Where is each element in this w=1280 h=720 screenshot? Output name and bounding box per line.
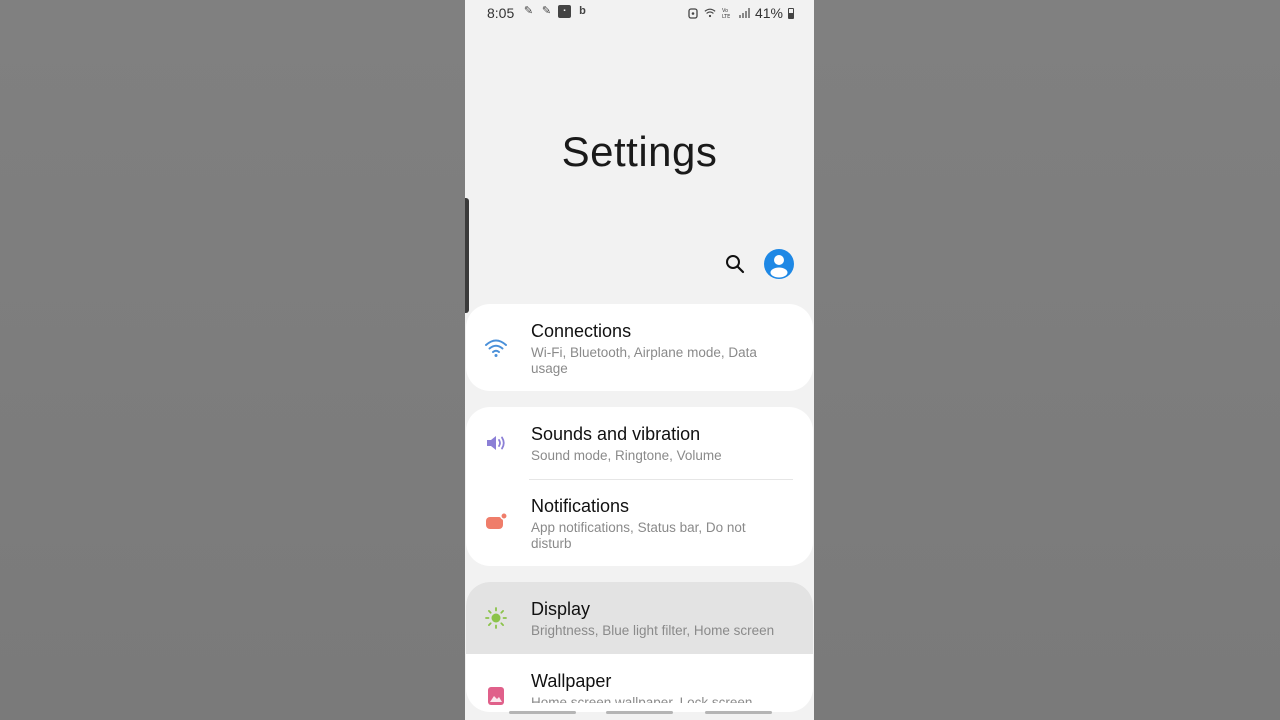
settings-item-title: Sounds and vibration — [531, 424, 701, 444]
wifi-icon — [704, 8, 716, 18]
settings-item-subtitle: Brightness, Blue light filter, Home scre… — [531, 623, 775, 638]
notification-icon — [486, 512, 508, 529]
background-right — [814, 0, 1280, 720]
page-title: Settings — [561, 128, 718, 175]
edge-panel-handle[interactable] — [465, 198, 469, 313]
settings-card-display-wallpaper: Display Brightness, Blue light filter, H… — [466, 582, 813, 712]
settings-item-title: Display — [531, 599, 591, 619]
feather-icon: ✎ — [541, 5, 552, 17]
app-box-icon: ▪ — [558, 5, 571, 18]
settings-item-subtitle: Sound mode, Ringtone, Volume — [531, 448, 722, 463]
feather-icon: ✎ — [523, 5, 534, 17]
settings-item-title: Connections — [531, 321, 632, 341]
settings-card-connections: Connections Wi-Fi, Bluetooth, Airplane m… — [466, 304, 813, 391]
speaker-icon — [487, 436, 505, 450]
signal-icon — [738, 8, 750, 18]
status-bar: 8:05 ✎ ✎ ▪ b Vo LTE 41% — [465, 0, 814, 26]
settings-item-notifications[interactable]: Notifications App notifications, Status … — [466, 480, 813, 566]
wifi-icon — [485, 339, 507, 357]
bb-icon: b — [579, 5, 586, 17]
wallpaper-icon — [488, 687, 504, 705]
settings-item-title: Wallpaper — [531, 671, 612, 691]
settings-item-sounds[interactable]: Sounds and vibration Sound mode, Rington… — [466, 407, 813, 479]
nav-home-hint[interactable] — [606, 711, 673, 714]
nav-recent-hint[interactable] — [509, 711, 576, 714]
settings-item-subtitle: Home screen wallpaper, Lock screen — [531, 695, 753, 703]
settings-item-connections[interactable]: Connections Wi-Fi, Bluetooth, Airplane m… — [466, 304, 813, 391]
svg-text:LTE: LTE — [722, 14, 730, 19]
system-icons: Vo LTE 41% — [687, 5, 794, 21]
sun-icon — [485, 607, 507, 629]
volte-icon: VoLTE — [722, 8, 730, 19]
settings-item-subtitle: Wi-Fi, Bluetooth, Airplane mode, Data us… — [531, 345, 757, 376]
settings-item-display[interactable]: Display Brightness, Blue light filter, H… — [466, 582, 813, 654]
settings-card-sounds-notifications: Sounds and vibration Sound mode, Rington… — [466, 407, 813, 566]
alarm-icon — [688, 8, 698, 19]
background-left — [0, 0, 465, 720]
notification-icons: ✎ ✎ ▪ b — [522, 5, 589, 18]
navigation-bar — [465, 711, 814, 715]
search-icon[interactable] — [723, 252, 747, 276]
battery-percent: 41% — [754, 5, 783, 21]
status-time: 8:05 — [487, 5, 515, 21]
nav-back-hint[interactable] — [705, 711, 772, 714]
account-icon[interactable] — [764, 249, 794, 279]
settings-item-title: Notifications — [531, 496, 630, 516]
battery-icon — [788, 7, 794, 19]
settings-item-wallpaper[interactable]: Wallpaper Home screen wallpaper, Lock sc… — [466, 654, 813, 712]
settings-item-subtitle: App notifications, Status bar, Do not di… — [531, 520, 746, 551]
phone-screen: 8:05 ✎ ✎ ▪ b Vo LTE 41% Settings Connect… — [465, 0, 814, 720]
